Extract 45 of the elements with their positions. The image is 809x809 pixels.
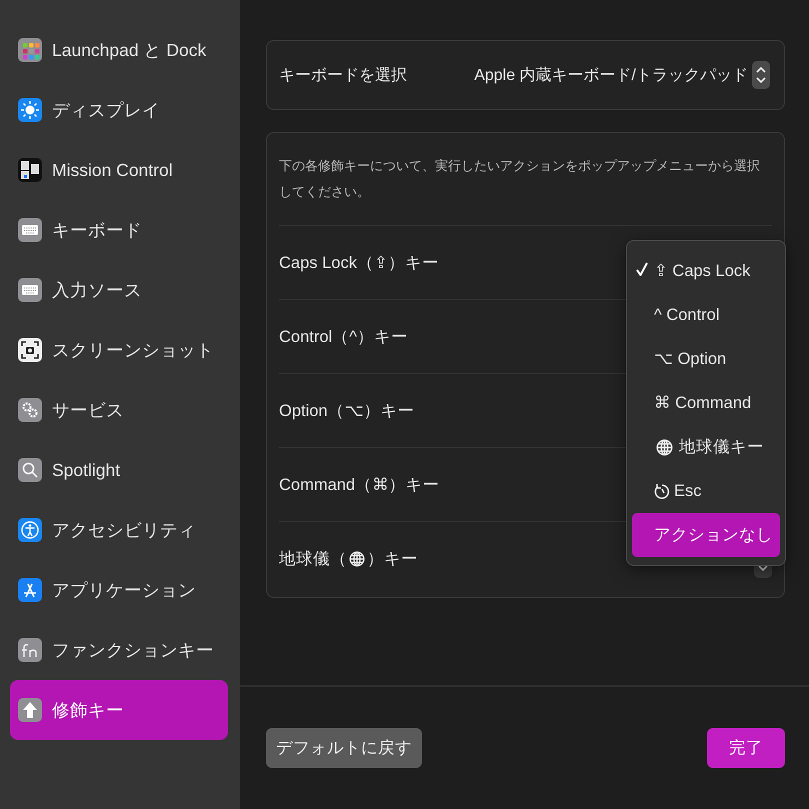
done-button[interactable]: 完了 — [707, 728, 785, 768]
sidebar-item[interactable]: Spotlight — [10, 440, 228, 500]
sidebar-item[interactable]: ファンクションキー — [10, 620, 228, 680]
modifier-label: 地球儀（ — [279, 548, 347, 570]
keyboard-icon — [18, 218, 42, 242]
modifier-label: Control（^）キー — [279, 326, 408, 348]
sidebar-item[interactable]: アクセシビリティ — [10, 500, 228, 560]
modifier-label: Caps Lock（⇪）キー — [279, 252, 439, 274]
globe-icon — [656, 438, 673, 456]
escape-icon — [654, 482, 670, 500]
menu-item[interactable]: ⌘ Command — [632, 381, 780, 425]
sidebar-item[interactable]: Launchpad と Dock — [10, 20, 228, 80]
screenshot-icon — [18, 338, 42, 362]
sidebar-item[interactable]: ディスプレイ — [10, 80, 228, 140]
accessibility-icon — [18, 518, 42, 542]
menu-item[interactable]: Esc — [632, 469, 780, 513]
globe-icon — [349, 550, 365, 566]
menu-item[interactable]: ⌥ Option — [632, 337, 780, 381]
sidebar-item[interactable]: サービス — [10, 380, 228, 440]
display-icon — [18, 98, 42, 122]
fn-icon — [18, 638, 42, 662]
modifier-label: Command（⌘）キー — [279, 474, 440, 496]
checkmark-icon — [636, 262, 648, 276]
keyboard-select-value[interactable]: Apple 内蔵キーボード/トラックパッド — [474, 64, 748, 86]
sidebar-item[interactable]: Mission Control — [10, 140, 228, 200]
menu-item[interactable]: アクションなし — [632, 513, 780, 557]
sidebar-item[interactable]: 入力ソース — [10, 260, 228, 320]
modifier-label: ）キー — [367, 548, 418, 570]
menu-item[interactable]: ^ Control — [632, 293, 780, 337]
menu-item[interactable]: 地球儀キー — [632, 425, 780, 469]
keyboard-select-label: キーボードを選択 — [279, 66, 407, 86]
description-text: 下の各修飾キーについて、実行したいアクションをポップアップメニューから選択してください。 — [279, 133, 772, 226]
mission-icon — [18, 158, 42, 182]
search-icon — [18, 458, 42, 482]
keyboard-icon — [18, 278, 42, 302]
appstore-icon — [18, 578, 42, 602]
modifier-label: Option（⌥）キー — [279, 400, 415, 422]
menu-item[interactable]: ⇪ Caps Lock — [632, 249, 780, 293]
reset-button[interactable]: デフォルトに戻す — [266, 728, 422, 768]
sidebar-item[interactable]: スクリーンショット — [10, 320, 228, 380]
launchpad-icon — [18, 38, 42, 62]
sidebar-item[interactable]: キーボード — [10, 200, 228, 260]
sidebar-item[interactable]: アプリケーション — [10, 560, 228, 620]
sidebar-item[interactable]: 修飾キー — [10, 680, 228, 740]
gears-icon — [18, 398, 42, 422]
